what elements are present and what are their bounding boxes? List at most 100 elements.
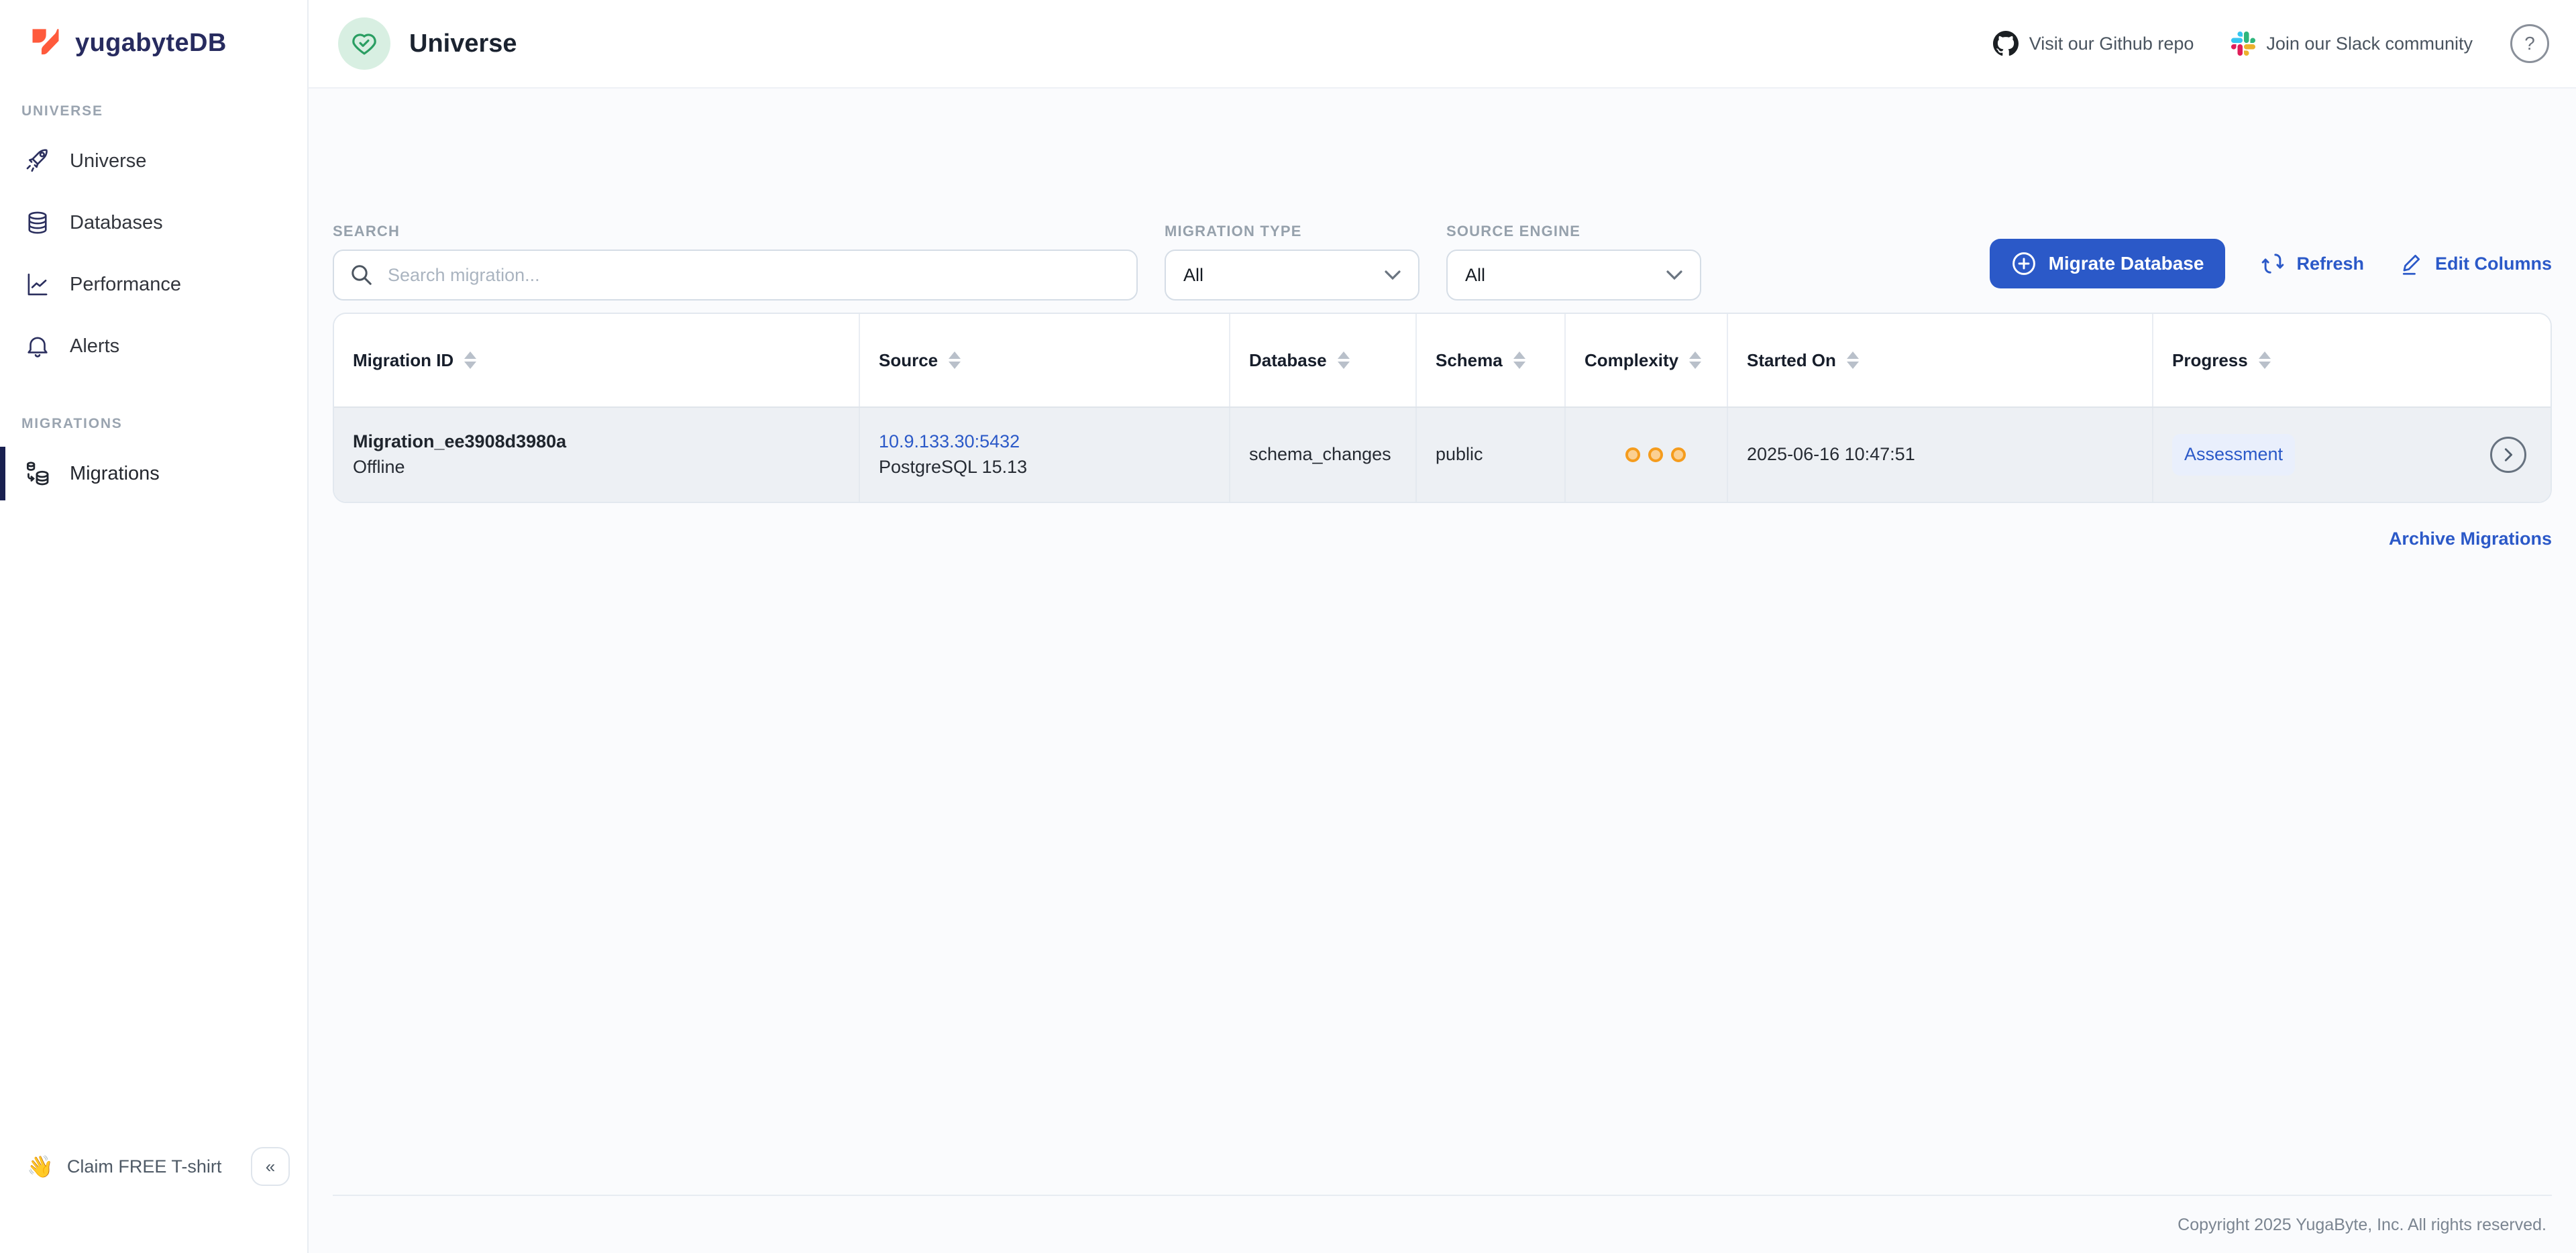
complexity-dot: [1671, 447, 1686, 462]
cell-migration-id: Migration_ee3908d3980a Offline: [334, 408, 860, 502]
footer: Copyright 2025 YugaByte, Inc. All rights…: [333, 1195, 2552, 1253]
sort-icon: [1513, 351, 1525, 369]
refresh-label: Refresh: [2296, 254, 2364, 274]
cell-schema: public: [1417, 408, 1566, 502]
github-link-label: Visit our Github repo: [2029, 34, 2194, 54]
migration-icon: [23, 459, 52, 488]
column-header-source[interactable]: Source: [860, 314, 1230, 406]
refresh-icon: [2260, 251, 2286, 276]
yugabyte-logo-icon: [28, 25, 63, 60]
table-header-row: Migration ID Source Database Schema: [334, 314, 2551, 406]
sidebar-item-label: Performance: [70, 274, 181, 296]
source-engine: PostgreSQL 15.13: [879, 455, 1229, 480]
sort-icon: [1689, 351, 1701, 369]
github-link[interactable]: Visit our Github repo: [1993, 31, 2194, 56]
edit-columns-label: Edit Columns: [2435, 254, 2552, 274]
bell-icon: [23, 332, 52, 360]
row-expand-button[interactable]: [2490, 437, 2526, 473]
slack-link[interactable]: Join our Slack community: [2231, 32, 2473, 56]
migrations-table: Migration ID Source Database Schema: [333, 313, 2552, 503]
cell-complexity: [1566, 408, 1728, 502]
migration-type-field: MIGRATION TYPE All: [1165, 223, 1419, 301]
sidebar-section-universe: UNIVERSE: [21, 103, 307, 119]
sidebar-item-label: Universe: [70, 150, 146, 172]
sidebar-item-databases[interactable]: Databases: [0, 196, 307, 250]
migrate-database-label: Migrate Database: [2049, 253, 2204, 274]
archive-migrations-link[interactable]: Archive Migrations: [2389, 529, 2552, 549]
github-icon: [1993, 31, 2019, 56]
migration-type-label: MIGRATION TYPE: [1165, 223, 1419, 240]
migration-type-value: All: [1183, 265, 1203, 286]
sidebar-item-label: Databases: [70, 212, 163, 234]
complexity-dot: [1648, 447, 1663, 462]
column-header-progress[interactable]: Progress: [2153, 314, 2551, 406]
content-area: SEARCH MIGRATION TYPE All: [309, 89, 2576, 1253]
column-header-migration-id[interactable]: Migration ID: [334, 314, 860, 406]
cell-started-on: 2025-06-16 10:47:51: [1728, 408, 2153, 502]
sort-icon: [2259, 351, 2271, 369]
migration-id: Migration_ee3908d3980a: [353, 429, 859, 455]
column-header-database[interactable]: Database: [1230, 314, 1417, 406]
slack-link-label: Join our Slack community: [2266, 34, 2473, 54]
wave-emoji-icon: 👋: [27, 1154, 54, 1179]
sidebar-item-label: Alerts: [70, 335, 119, 358]
refresh-button[interactable]: Refresh: [2260, 251, 2364, 276]
top-header: Universe Visit our Github repo Join: [309, 0, 2576, 89]
heart-check-icon: [350, 30, 378, 58]
source-engine-select[interactable]: All: [1446, 250, 1701, 301]
column-header-complexity[interactable]: Complexity: [1566, 314, 1728, 406]
cell-progress: Assessment: [2153, 408, 2551, 502]
performance-chart-icon: [23, 270, 52, 298]
sort-icon: [1847, 351, 1859, 369]
table-row[interactable]: Migration_ee3908d3980a Offline 10.9.133.…: [334, 406, 2551, 502]
migration-type-select[interactable]: All: [1165, 250, 1419, 301]
edit-pencil-icon: [2399, 251, 2424, 276]
slack-icon: [2231, 32, 2255, 56]
claim-tshirt-link[interactable]: Claim FREE T-shirt: [67, 1156, 237, 1177]
source-host-link[interactable]: 10.9.133.30:5432: [879, 429, 1229, 455]
migration-mode: Offline: [353, 455, 859, 480]
page-title: Universe: [409, 30, 517, 58]
source-engine-label: SOURCE ENGINE: [1446, 223, 1701, 240]
chevron-right-icon: [2501, 447, 2516, 462]
sidebar-item-alerts[interactable]: Alerts: [0, 319, 307, 373]
cell-source: 10.9.133.30:5432 PostgreSQL 15.13: [860, 408, 1230, 502]
complexity-dot: [1625, 447, 1640, 462]
toolbar: Migrate Database Refresh: [1990, 239, 2552, 288]
migrate-database-button[interactable]: Migrate Database: [1990, 239, 2226, 288]
chevron-down-icon: [1666, 270, 1682, 280]
search-input[interactable]: [385, 264, 1120, 287]
copyright-text: Copyright 2025 YugaByte, Inc. All rights…: [2178, 1215, 2546, 1234]
source-engine-value: All: [1465, 265, 1485, 286]
sidebar-collapse-button[interactable]: «: [251, 1147, 290, 1186]
search-input-container: [333, 250, 1138, 301]
sidebar-section-migrations: MIGRATIONS: [21, 416, 307, 432]
archive-row: Archive Migrations: [333, 529, 2552, 549]
app-root: yugabyteDB UNIVERSE Universe: [0, 0, 2576, 1253]
filters-row: SEARCH MIGRATION TYPE All: [333, 223, 2552, 301]
help-icon[interactable]: ?: [2510, 24, 2549, 63]
sidebar: yugabyteDB UNIVERSE Universe: [0, 0, 309, 1253]
plus-circle-icon: [2011, 251, 2037, 276]
source-engine-field: SOURCE ENGINE All: [1446, 223, 1701, 301]
progress-badge[interactable]: Assessment: [2172, 434, 2295, 476]
search-field: SEARCH: [333, 223, 1138, 301]
column-header-started-on[interactable]: Started On: [1728, 314, 2153, 406]
rocket-icon: [23, 147, 52, 175]
sidebar-item-universe[interactable]: Universe: [0, 134, 307, 188]
sort-icon: [1338, 351, 1350, 369]
topbar-links: Visit our Github repo Join our Slack com…: [1993, 24, 2549, 63]
search-label: SEARCH: [333, 223, 1138, 240]
brand-name: yugabyteDB: [75, 29, 227, 58]
column-header-schema[interactable]: Schema: [1417, 314, 1566, 406]
sidebar-bottom: 👋 Claim FREE T-shirt «: [0, 1147, 307, 1186]
edit-columns-button[interactable]: Edit Columns: [2399, 251, 2552, 276]
main-area: Universe Visit our Github repo Join: [309, 0, 2576, 1253]
sidebar-item-migrations[interactable]: Migrations: [0, 447, 307, 500]
database-icon: [23, 209, 52, 237]
chevron-down-icon: [1385, 270, 1401, 280]
sort-icon: [464, 351, 476, 369]
sidebar-item-performance[interactable]: Performance: [0, 258, 307, 311]
brand-logo[interactable]: yugabyteDB: [0, 0, 307, 67]
cell-database: schema_changes: [1230, 408, 1417, 502]
